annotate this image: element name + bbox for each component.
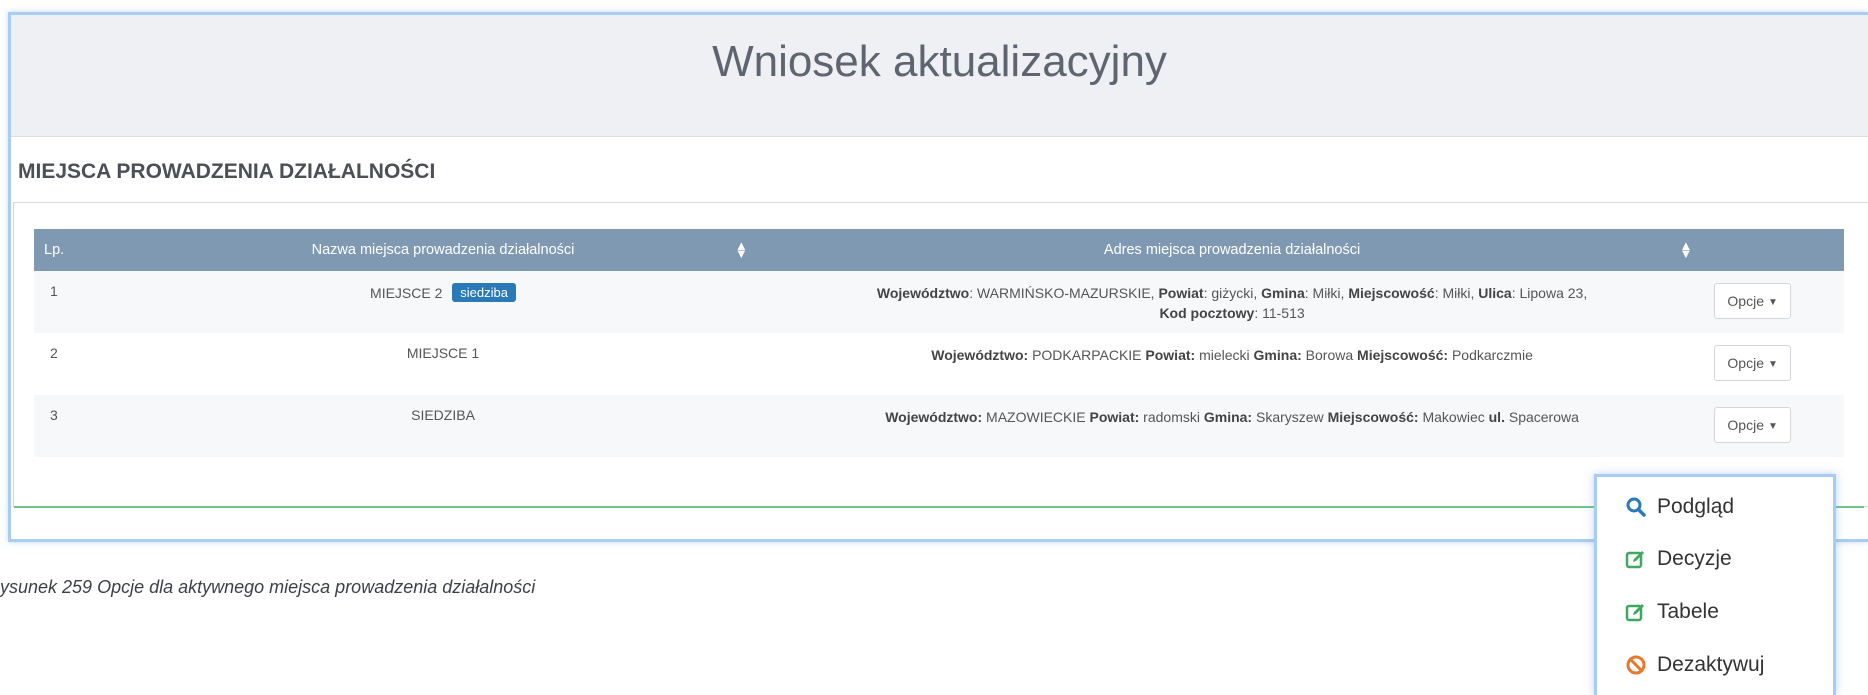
place-address: Województwo: MAZOWIECKIE Powiat: radomsk… xyxy=(760,395,1705,457)
column-header-lp: Lp. xyxy=(44,242,65,258)
table-row: 2 MIEJSCE 1 Województwo: PODKARPACKIE Po… xyxy=(34,333,1844,395)
column-header-options xyxy=(1704,229,1844,271)
row-number: 3 xyxy=(50,407,58,423)
address-value: Miłki, xyxy=(1312,285,1349,301)
options-cell: Opcje ▼ xyxy=(1704,333,1844,395)
address-label: Województwo xyxy=(876,285,970,301)
address-sep: : xyxy=(1511,285,1520,301)
address-sep: : xyxy=(1304,285,1313,301)
address-value: Makowiec xyxy=(1418,409,1489,425)
address-value: mielecki xyxy=(1195,347,1254,363)
address-value: Miłki, xyxy=(1442,285,1479,301)
column-header-name[interactable]: Nazwa miejsca prowadzenia działalności ▲… xyxy=(126,229,759,271)
caret-down-icon: ▼ xyxy=(1768,421,1778,432)
column-header-address[interactable]: Adres miejsca prowadzenia działalności ▲… xyxy=(760,229,1705,271)
panel-bottom-border xyxy=(14,506,1864,508)
table-header-row: Lp. Nazwa miejsca prowadzenia działalnoś… xyxy=(34,229,1844,271)
menu-item-podglad[interactable]: Podgląd xyxy=(1625,492,1734,522)
menu-item-label: Tabele xyxy=(1657,600,1719,623)
ban-icon xyxy=(1625,654,1647,676)
place-name: MIEJSCE 1 xyxy=(126,333,759,395)
address-sep: : xyxy=(1254,305,1263,321)
options-button-label: Opcje xyxy=(1727,293,1764,309)
address-sep: : xyxy=(969,285,977,301)
search-icon xyxy=(1625,496,1647,518)
address-label: Kod pocztowy xyxy=(1159,305,1255,321)
table-row: 3 SIEDZIBA Województwo: MAZOWIECKIE Powi… xyxy=(34,395,1844,457)
address-value: 11-513 xyxy=(1262,305,1305,321)
menu-item-label: Decyzje xyxy=(1657,547,1732,570)
address-label: Ulica xyxy=(1478,285,1512,301)
column-header-address-label: Adres miejsca prowadzenia działalności xyxy=(1103,242,1361,258)
address-value: MAZOWIECKIE xyxy=(982,409,1090,425)
options-button-label: Opcje xyxy=(1727,355,1764,371)
options-button[interactable]: Opcje ▼ xyxy=(1714,283,1791,319)
edit-icon xyxy=(1625,548,1647,570)
address-label: Województwo: xyxy=(885,409,983,425)
row-number: 1 xyxy=(50,283,58,299)
menu-item-tabele[interactable]: Tabele xyxy=(1625,597,1719,627)
address-value: Borowa xyxy=(1301,347,1358,363)
menu-item-label: Podgląd xyxy=(1657,495,1735,518)
address-label: ul. xyxy=(1488,409,1505,425)
options-button[interactable]: Opcje ▼ xyxy=(1714,345,1791,381)
place-name-label: MIEJSCE 2 xyxy=(370,285,443,301)
place-name: MIEJSCE 2 siedziba xyxy=(126,271,759,333)
options-cell: Opcje ▼ xyxy=(1704,395,1844,457)
options-cell: Opcje ▼ xyxy=(1704,271,1844,333)
table-row: 1 MIEJSCE 2 siedziba Województwo: WARMIŃ… xyxy=(34,271,1844,333)
address-value: WARMIŃSKO-MAZURSKIE, xyxy=(976,285,1159,301)
sort-icon[interactable]: ▲ ▼ xyxy=(1680,239,1693,260)
section-title: MIEJSCA PROWADZENIA DZIAŁALNOŚCI xyxy=(18,160,436,183)
options-button[interactable]: Opcje ▼ xyxy=(1714,407,1791,443)
menu-item-label: Dezaktywuj xyxy=(1657,653,1765,676)
column-header-name-label: Nazwa miejsca prowadzenia działalności xyxy=(311,242,575,258)
address-value: Spacerowa xyxy=(1504,409,1579,425)
address-label: Województwo: xyxy=(931,347,1029,363)
address-label: Miejscowość: xyxy=(1327,409,1419,425)
address-label: Miejscowość: xyxy=(1357,347,1449,363)
address-label: Miejscowość xyxy=(1348,285,1435,301)
place-name-label: SIEDZIBA xyxy=(411,407,475,423)
address-label: Gmina: xyxy=(1253,347,1302,363)
address-value: Podkarczmie xyxy=(1448,347,1533,363)
page-header: Wniosek aktualizacyjny xyxy=(11,15,1868,137)
menu-item-dezaktywuj[interactable]: Dezaktywuj xyxy=(1625,650,1764,680)
address-label: Powiat xyxy=(1158,285,1204,301)
place-address: Województwo: WARMIŃSKO-MAZURSKIE, Powiat… xyxy=(760,271,1705,333)
places-table: Lp. Nazwa miejsca prowadzenia działalnoś… xyxy=(34,229,1844,457)
options-button-label: Opcje xyxy=(1727,417,1764,433)
place-name-label: MIEJSCE 1 xyxy=(406,345,480,361)
address-value: Lipowa 23, xyxy=(1519,285,1588,301)
caret-down-icon: ▼ xyxy=(1768,359,1778,370)
address-label: Gmina xyxy=(1261,285,1305,301)
address-value: PODKARPACKIE xyxy=(1028,347,1146,363)
status-badge: siedziba xyxy=(452,283,516,302)
address-label: Gmina: xyxy=(1203,409,1253,425)
place-address: Województwo: PODKARPACKIE Powiat: mielec… xyxy=(760,333,1705,395)
edit-icon xyxy=(1625,601,1647,623)
row-number: 2 xyxy=(50,345,58,361)
figure-caption: ysunek 259 Opcje dla aktywnego miejsca p… xyxy=(0,577,536,597)
address-value: radomski xyxy=(1139,409,1204,425)
address-label: Powiat: xyxy=(1089,409,1140,425)
address-value: Skaryszew xyxy=(1252,409,1328,425)
menu-item-decyzje[interactable]: Decyzje xyxy=(1625,544,1732,574)
page-title: Wniosek aktualizacyjny xyxy=(712,37,1167,86)
caret-down-icon: ▼ xyxy=(1768,297,1778,308)
options-dropdown-menu: Podgląd Decyzje Tabele Dezaktywuj xyxy=(1594,474,1836,695)
address-value: giżycki, xyxy=(1211,285,1262,301)
place-name: SIEDZIBA xyxy=(126,395,759,457)
sort-icon[interactable]: ▲ ▼ xyxy=(735,239,748,260)
address-label: Powiat: xyxy=(1145,347,1196,363)
